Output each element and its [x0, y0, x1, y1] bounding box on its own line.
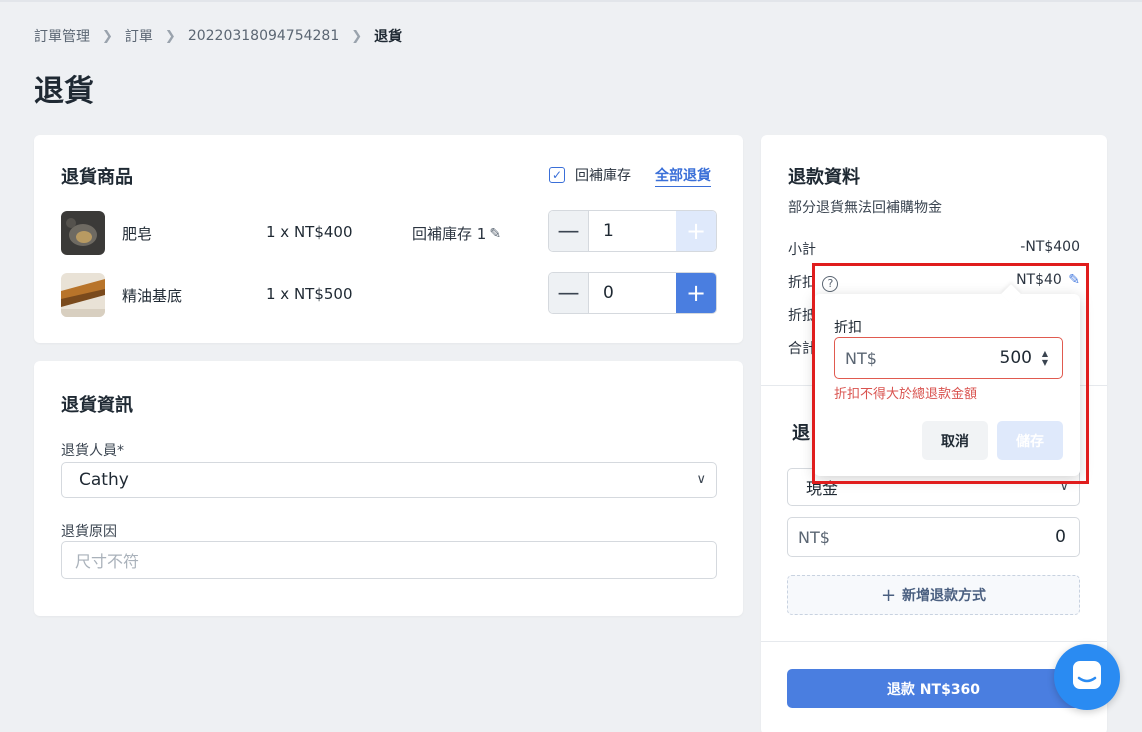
staff-value: Cathy	[79, 470, 129, 490]
refund-method-title: 退	[792, 423, 810, 444]
discount-value-group[interactable]: NT$40 ✎	[1016, 272, 1080, 288]
reason-placeholder: 尺寸不符	[75, 552, 140, 571]
discount-row: 折扣 ? NT$40 ✎	[788, 272, 1080, 292]
discount-input-prefix: NT$	[845, 348, 877, 368]
amount-value: 0	[1055, 527, 1066, 547]
quantity-stepper: — 1 +	[548, 210, 717, 252]
chevron-right-icon: ❯	[164, 28, 176, 44]
product-image-soap	[61, 211, 105, 255]
chevron-right-icon: ❯	[102, 28, 113, 44]
chevron-down-icon: ∨	[696, 472, 706, 487]
amount-prefix: NT$	[798, 527, 830, 547]
item-name: 肥皂	[122, 225, 153, 243]
subtotal-label: 小計	[788, 242, 816, 258]
return-info-title: 退貨資訊	[61, 395, 133, 416]
deduction-label: 折抵	[788, 308, 816, 324]
item-restock-text: 回補庫存 1	[412, 225, 487, 243]
minus-button[interactable]: —	[549, 211, 589, 251]
chevron-right-icon: ❯	[351, 28, 363, 44]
return-items-card: 退貨商品 ✓ 回補庫存 全部退貨 肥皂 1 x NT$400 回補庫存 1 ✎ …	[34, 135, 743, 343]
return-all-link[interactable]: 全部退貨	[655, 165, 711, 187]
breadcrumb: 訂單管理 ❯ 訂單 ❯ 20220318094754281 ❯ 退貨	[34, 26, 402, 46]
item-restock-count[interactable]: 回補庫存 1 ✎	[412, 223, 501, 244]
item-name: 精油基底	[122, 287, 183, 305]
divider	[761, 641, 1107, 642]
cancel-button[interactable]: 取消	[922, 421, 988, 460]
restock-checkbox-row[interactable]: ✓ 回補庫存	[549, 165, 631, 185]
chat-icon	[1070, 658, 1104, 696]
reason-label: 退貨原因	[61, 524, 117, 540]
quantity-input[interactable]: 0	[589, 273, 676, 313]
subtotal-value: -NT$400	[1020, 239, 1080, 255]
item-price: 1 x NT$400	[266, 223, 353, 241]
reason-input[interactable]: 尺寸不符	[61, 541, 717, 579]
quantity-stepper: — 0 +	[548, 272, 717, 314]
discount-popover: 折扣 NT$ 500 ▲ ▼ 折扣不得大於總退款金額 取消 儲存	[814, 284, 1080, 476]
add-method-label: 新增退款方式	[902, 588, 987, 604]
refund-subtitle: 部分退貨無法回補購物金	[788, 200, 942, 216]
chat-button[interactable]	[1054, 644, 1120, 710]
save-button[interactable]: 儲存	[997, 421, 1063, 460]
plus-button[interactable]: +	[676, 273, 716, 313]
refund-submit-button[interactable]: 退款 NT$360	[787, 669, 1080, 708]
help-icon[interactable]: ?	[822, 276, 839, 292]
subtotal-row: 小計 -NT$400	[788, 239, 1080, 259]
discount-error-message: 折扣不得大於總退款金額	[834, 387, 978, 402]
add-refund-method-button[interactable]: + 新增退款方式	[787, 575, 1080, 615]
return-items-title: 退貨商品	[61, 167, 133, 188]
spinner-icon[interactable]: ▲ ▼	[1042, 349, 1048, 367]
plus-icon: +	[880, 584, 897, 606]
restock-label: 回補庫存	[575, 168, 631, 184]
staff-label: 退貨人員*	[61, 443, 124, 459]
staff-select[interactable]: Cathy ∨	[61, 462, 717, 498]
breadcrumb-current: 退貨	[374, 29, 403, 45]
product-image-oil-base	[61, 273, 105, 317]
discount-value: NT$40	[1016, 272, 1062, 288]
discount-input[interactable]: NT$ 500 ▲ ▼	[834, 337, 1063, 379]
item-price: 1 x NT$500	[266, 285, 353, 303]
breadcrumb-order-id[interactable]: 20220318094754281	[188, 28, 339, 44]
breadcrumb-orders[interactable]: 訂單	[125, 26, 153, 46]
plus-button[interactable]: +	[676, 211, 716, 251]
pencil-icon[interactable]: ✎	[489, 226, 501, 242]
page-title: 退貨	[34, 74, 94, 109]
refund-amount-input[interactable]: NT$ 0	[787, 517, 1080, 557]
list-item: 肥皂 1 x NT$400 回補庫存 1 ✎ — 1 +	[61, 210, 721, 255]
total-label: 合計	[788, 341, 816, 357]
refund-title: 退款資料	[788, 167, 860, 188]
popover-discount-label: 折扣	[834, 320, 862, 336]
pencil-icon[interactable]: ✎	[1068, 272, 1080, 288]
breadcrumb-order-management[interactable]: 訂單管理	[34, 26, 90, 46]
discount-input-value: 500	[999, 348, 1032, 368]
return-info-card: 退貨資訊 退貨人員* Cathy ∨ 退貨原因 尺寸不符	[34, 361, 743, 616]
refund-method-value: 現金	[806, 479, 839, 498]
top-border	[0, 0, 1142, 2]
chevron-down-icon: ∨	[1059, 479, 1069, 494]
checkbox-checked-icon[interactable]: ✓	[549, 167, 565, 183]
quantity-input[interactable]: 1	[589, 211, 676, 251]
list-item: 精油基底 1 x NT$500 — 0 +	[61, 272, 721, 317]
discount-label: 折扣	[788, 275, 816, 291]
minus-button[interactable]: —	[549, 273, 589, 313]
